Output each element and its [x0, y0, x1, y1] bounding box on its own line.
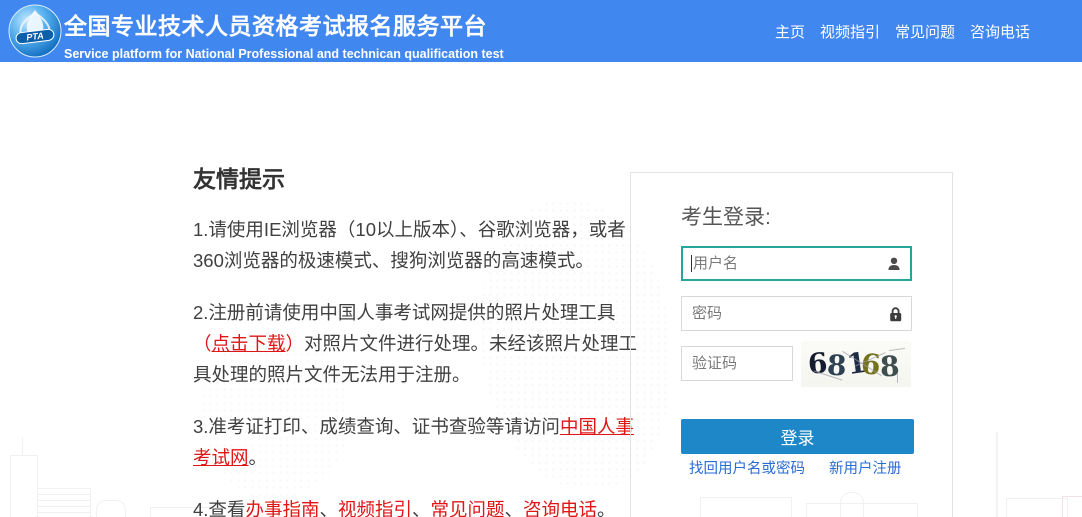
notice-item-3-text: 。 [249, 447, 268, 468]
notice-item-4: 4.查看办事指南、视频指引、常见问题、咨询电话。 [193, 494, 649, 517]
captcha-noise-line [897, 373, 898, 383]
page: PTA 全国专业技术人员资格考试报名服务平台 Service platform … [0, 0, 1082, 517]
video-guide-link[interactable]: 视频指引 [338, 499, 412, 517]
notice-item-2-paren: ） [286, 333, 305, 354]
new-user-register-link[interactable]: 新用户注册 [829, 457, 902, 478]
notice-section: 友情提示 1.请使用IE浏览器（10以上版本）、谷歌浏览器，或者360浏览器的极… [193, 160, 649, 517]
skyline-decoration [96, 500, 126, 517]
notice-item-2-paren: （ [193, 333, 212, 354]
forgot-credentials-link[interactable]: 找回用户名或密码 [689, 457, 805, 478]
notice-item-2: 2.注册前请使用中国人事考试网提供的照片处理工具（点击下载）对照片文件进行处理。… [193, 297, 649, 390]
nav-home[interactable]: 主页 [775, 21, 805, 42]
skyline-decoration [10, 455, 38, 517]
login-panel: 考生登录: 6 8 1 6 8 [630, 172, 953, 517]
password-field-wrapper [681, 296, 912, 331]
notice-item-3: 3.准考证打印、成绩查询、证书查验等请访问中国人事考试网。 [193, 411, 649, 473]
captcha-input[interactable] [682, 347, 792, 380]
user-icon [886, 256, 902, 272]
separator: 、 [412, 499, 431, 517]
notice-item-1: 1.请使用IE浏览器（10以上版本）、谷歌浏览器，或者360浏览器的极速模式、搜… [193, 214, 649, 276]
notice-item-4-text: 4.查看 [193, 499, 245, 517]
faq-link[interactable]: 常见问题 [431, 499, 505, 517]
service-guide-link[interactable]: 办事指南 [245, 499, 319, 517]
skyline-decoration [37, 488, 91, 517]
username-input[interactable] [683, 248, 910, 279]
username-field-wrapper [681, 246, 912, 281]
login-helper-links: 找回用户名或密码 新用户注册 [689, 457, 902, 478]
notice-item-2-text: 2.注册前请使用中国人事考试网提供的照片处理工具 [193, 302, 615, 323]
separator: 、 [319, 499, 338, 517]
skyline-decoration [1062, 496, 1082, 517]
notice-item-4-text: 。 [597, 499, 616, 517]
site-title: 全国专业技术人员资格考试报名服务平台 [64, 7, 504, 41]
svg-text:PTA: PTA [26, 30, 44, 42]
separator: 、 [505, 499, 524, 517]
lock-icon [888, 306, 903, 322]
pta-logo-icon: PTA [7, 3, 63, 59]
skyline-decoration [1006, 498, 1068, 517]
header-nav: 主页 视频指引 常见问题 咨询电话 [775, 0, 1030, 62]
nav-faq[interactable]: 常见问题 [895, 21, 955, 42]
captcha-image[interactable]: 6 8 1 6 8 [801, 341, 911, 387]
site-subtitle: Service platform for National Profession… [64, 47, 504, 61]
notice-item-1-text: 1.请使用IE浏览器（10以上版本）、谷歌浏览器，或者360浏览器的极速模式、搜… [193, 219, 626, 271]
phone-link[interactable]: 咨询电话 [523, 499, 597, 517]
download-photo-tool-link[interactable]: 点击下载 [212, 333, 286, 354]
login-heading: 考生登录: [681, 201, 771, 231]
nav-phone[interactable]: 咨询电话 [970, 21, 1030, 42]
header: PTA 全国专业技术人员资格考试报名服务平台 Service platform … [0, 0, 1082, 62]
password-input[interactable] [682, 297, 911, 330]
text-caret [691, 255, 692, 272]
captcha-field-wrapper [681, 346, 793, 381]
nav-video-guide[interactable]: 视频指引 [820, 21, 880, 42]
header-titles: 全国专业技术人员资格考试报名服务平台 Service platform for … [64, 7, 504, 61]
skyline-decoration [996, 432, 998, 517]
login-button[interactable]: 登录 [681, 419, 914, 454]
notice-item-3-text: 3.准考证打印、成绩查询、证书查验等请访问 [193, 416, 560, 437]
skyline-decoration [22, 437, 23, 455]
notice-heading: 友情提示 [193, 160, 649, 194]
